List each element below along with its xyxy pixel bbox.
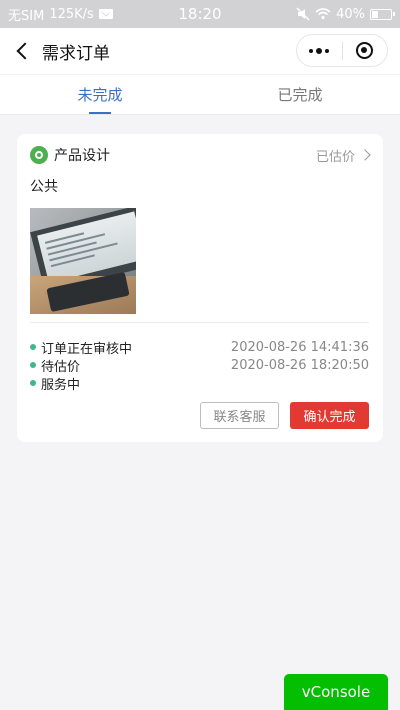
timeline-dot (30, 380, 36, 386)
chevron-left-icon (16, 42, 34, 60)
wifi-icon (315, 8, 331, 20)
timeline-label: 服务中 (41, 377, 81, 393)
vconsole-button[interactable]: vConsole (284, 674, 388, 710)
carrier-label: 无SIM (8, 8, 45, 24)
timeline-dot (30, 362, 36, 368)
more-button[interactable] (297, 35, 342, 66)
more-dot (309, 48, 314, 53)
order-tabs: 未完成 已完成 (0, 75, 400, 115)
close-mini-program-button[interactable] (343, 35, 388, 66)
target-icon (356, 42, 374, 59)
timeline-time: 2020-08-26 18:20:50 (230, 357, 369, 373)
mute-icon (296, 7, 310, 21)
more-dot (325, 48, 330, 53)
timeline-dot (30, 344, 36, 350)
order-description: 公共 (30, 179, 58, 195)
order-timeline: 订单正在审核中 2020-08-26 14:41:36 待估价 2020-08-… (30, 338, 369, 393)
timeline-item: 待估价 2020-08-26 18:20:50 (30, 356, 369, 375)
contact-support-button[interactable]: 联系客服 (200, 402, 279, 429)
category-icon (30, 146, 48, 164)
order-card[interactable]: 产品设计 已估价 公共 订单正在审核中 2020-08-26 14:41:36 (17, 134, 383, 442)
back-button[interactable] (2, 28, 42, 74)
timeline-time: 2020-08-26 14:41:36 (230, 339, 369, 355)
battery-percent: 40% (336, 6, 365, 22)
confirm-complete-button[interactable]: 确认完成 (290, 402, 369, 429)
order-status: 已估价 (315, 149, 355, 165)
timeline-item: 订单正在审核中 2020-08-26 14:41:36 (30, 338, 369, 357)
timeline-item: 服务中 (30, 374, 369, 393)
card-divider (30, 322, 369, 323)
page-title: 需求订单 (42, 43, 110, 64)
order-card-header: 产品设计 已估价 (30, 144, 371, 166)
timeline-label: 订单正在审核中 (41, 341, 133, 357)
mini-program-capsule (296, 34, 388, 67)
tab-incomplete[interactable]: 未完成 (0, 75, 200, 114)
tab-completed[interactable]: 已完成 (200, 75, 400, 114)
nav-bar: 需求订单 (0, 28, 400, 74)
mail-icon (98, 9, 113, 19)
network-speed: 125K/s (49, 6, 94, 22)
order-status-link[interactable]: 已估价 (315, 146, 371, 165)
order-photo[interactable] (30, 208, 136, 314)
more-dot (316, 47, 323, 54)
timeline-label: 待估价 (41, 359, 81, 375)
battery-icon (370, 8, 395, 20)
category-name: 产品设计 (54, 148, 110, 164)
order-actions: 联系客服 确认完成 (200, 402, 369, 429)
chevron-right-icon (359, 149, 371, 161)
status-left: 无SIM 125K/s (8, 5, 113, 24)
status-bar: 无SIM 125K/s 18:20 40% (0, 0, 400, 28)
status-right: 40% (296, 6, 395, 22)
battery-fill (372, 10, 378, 18)
